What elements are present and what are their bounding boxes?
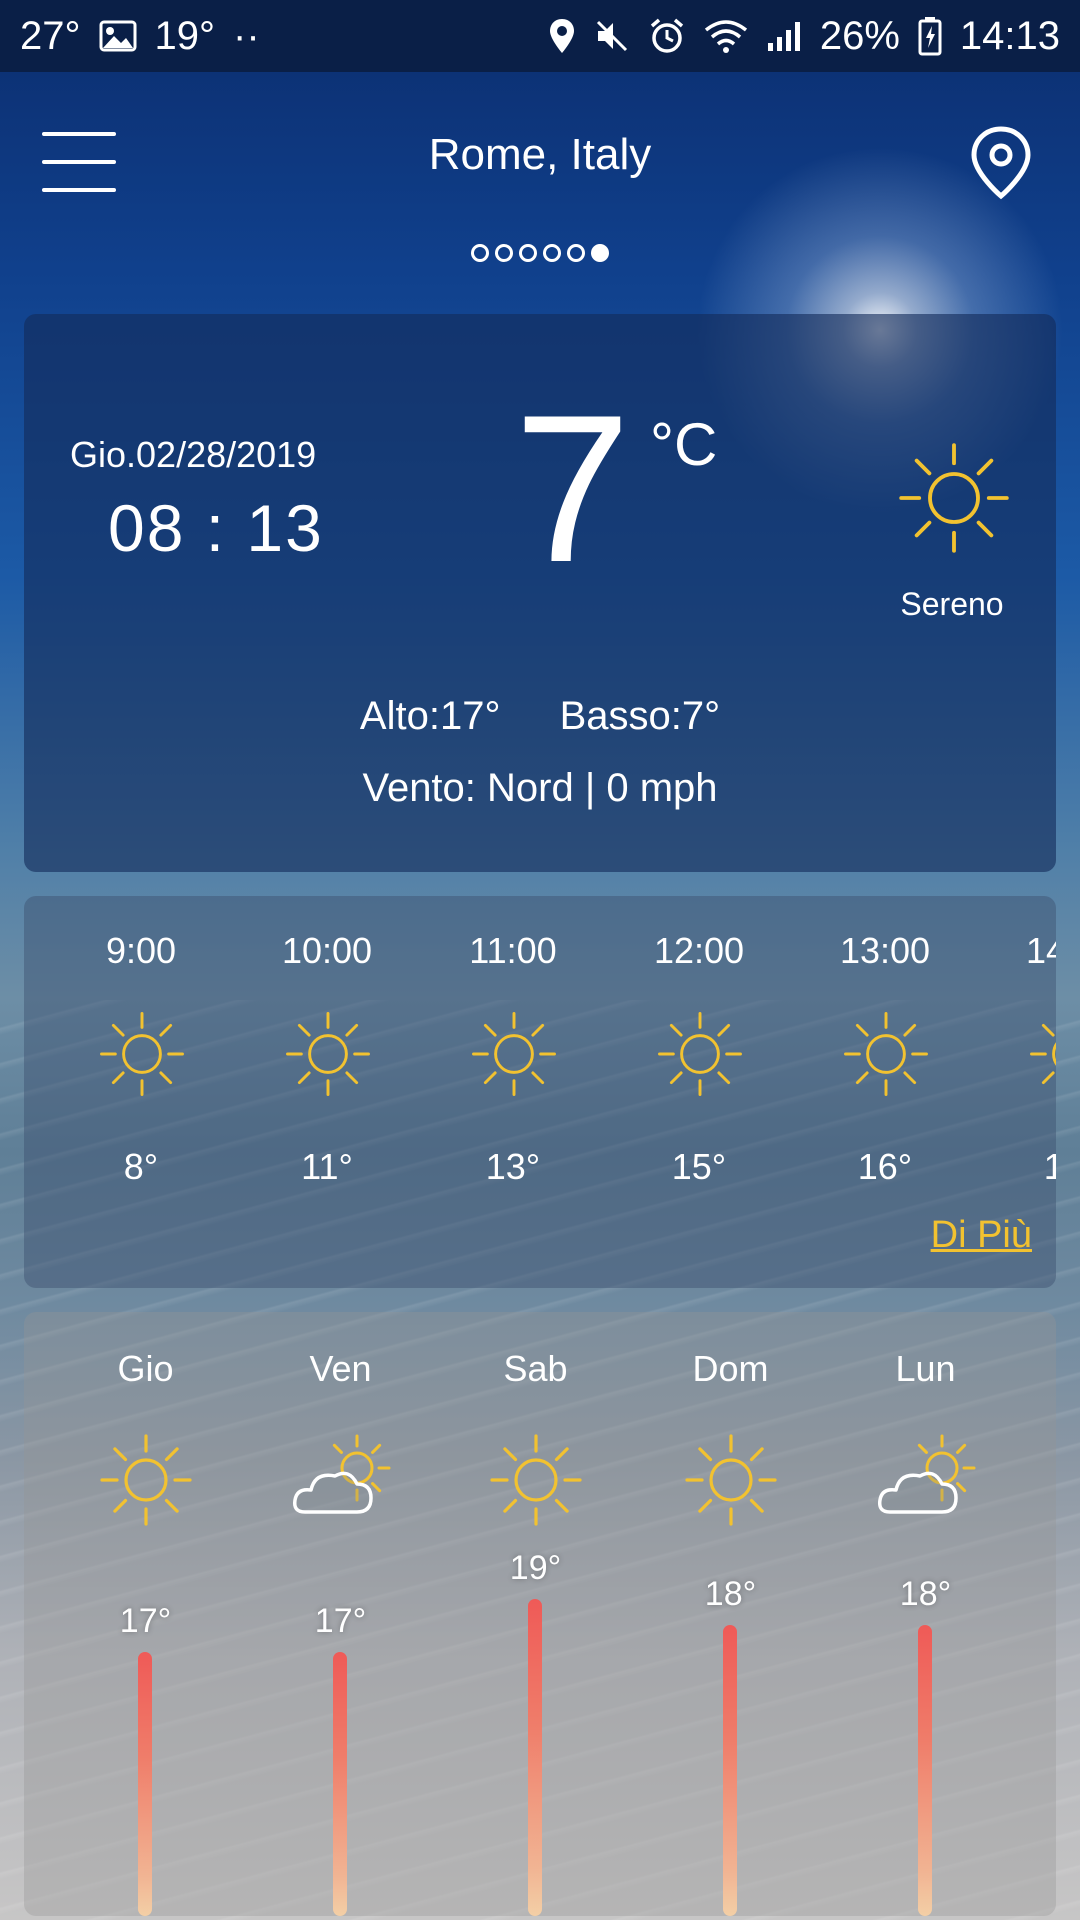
temperature-bar bbox=[918, 1625, 932, 1916]
sun-icon bbox=[96, 1430, 196, 1530]
more-link[interactable]: Di Più bbox=[931, 1214, 1032, 1257]
battery-icon bbox=[918, 16, 942, 56]
day-name: Gio bbox=[117, 1348, 174, 1389]
status-bar-right: 26% 14:13 bbox=[528, 14, 1080, 59]
day-name: Ven bbox=[309, 1348, 372, 1389]
day-high-temp: 17° bbox=[314, 1602, 367, 1640]
location-icon[interactable] bbox=[970, 126, 1032, 200]
sun-icon bbox=[894, 438, 1014, 558]
day-name: Dom bbox=[692, 1348, 769, 1389]
temperature-bar bbox=[723, 1625, 737, 1916]
hour-temp: 13° bbox=[485, 1146, 541, 1187]
app-header: Rome, Italy bbox=[0, 100, 1080, 220]
hour-time: 9:00 bbox=[105, 930, 177, 971]
hour-temp: 17° bbox=[1043, 1146, 1056, 1187]
current-weather-card: Gio.02/28/2019 08 : 13 7 °C Sereno Alto:… bbox=[24, 314, 1056, 872]
battery-percent: 26% bbox=[819, 13, 900, 58]
daily-item: Lun 18° bbox=[828, 1312, 1023, 1916]
daily-item: Gio 17° bbox=[48, 1312, 243, 1916]
sun-icon bbox=[486, 1430, 586, 1530]
hourly-item: 9:00 8° bbox=[48, 896, 234, 1288]
temperature-unit: °C bbox=[650, 411, 718, 478]
status-bar-left: 27° 19° ·· bbox=[0, 14, 280, 59]
high-temp: Alto:17° bbox=[359, 694, 501, 738]
sun-icon bbox=[654, 1008, 746, 1100]
hour-time: 12:00 bbox=[653, 930, 745, 971]
location-title: Rome, Italy bbox=[428, 130, 652, 179]
status-more-dots: ·· bbox=[233, 13, 260, 58]
mute-icon bbox=[594, 18, 630, 54]
hourly-forecast-card[interactable]: 14:00 17°13:00 16°12:00 15°11:00 13°10:0… bbox=[24, 896, 1056, 1288]
partly-cloudy-icon bbox=[876, 1430, 976, 1530]
sun-icon bbox=[1026, 1008, 1056, 1100]
page-dot[interactable] bbox=[519, 244, 537, 262]
hour-time: 11:00 bbox=[469, 930, 557, 971]
hour-temp: 15° bbox=[671, 1146, 727, 1187]
page-dot[interactable] bbox=[543, 244, 561, 262]
wifi-icon bbox=[704, 18, 748, 54]
page-dot[interactable] bbox=[495, 244, 513, 262]
day-high-temp: 19° bbox=[509, 1548, 562, 1587]
status-temp-1: 27° bbox=[20, 13, 81, 58]
page-indicator[interactable] bbox=[0, 244, 1080, 262]
high-low: Alto:17° Basso:7° bbox=[24, 694, 1056, 739]
daily-item: Dom 18° bbox=[633, 1312, 828, 1916]
clock: 14:13 bbox=[959, 13, 1060, 58]
hour-time: 10:00 bbox=[281, 930, 373, 971]
partly-cloudy-icon bbox=[291, 1430, 391, 1530]
day-name: Lun bbox=[895, 1348, 956, 1389]
current-temperature: 7 bbox=[514, 371, 631, 606]
day-high-temp: 17° bbox=[119, 1602, 172, 1640]
page-dot[interactable] bbox=[471, 244, 489, 262]
sun-icon bbox=[840, 1008, 932, 1100]
wind-info: Vento: Nord | 0 mph bbox=[362, 766, 718, 810]
hour-time: 13:00 bbox=[839, 930, 931, 971]
status-temp-2: 19° bbox=[154, 13, 216, 58]
temperature-bar bbox=[138, 1652, 152, 1916]
day-high-temp: 18° bbox=[704, 1575, 757, 1614]
status-bar: 27° 19° ·· 26% 14:13 bbox=[0, 0, 1080, 72]
alarm-icon bbox=[648, 17, 686, 55]
hourly-item: 12:00 15° bbox=[606, 896, 792, 1288]
hourly-item: 11:00 13° bbox=[420, 896, 606, 1288]
sun-icon bbox=[681, 1430, 781, 1530]
page-dot[interactable] bbox=[567, 244, 585, 262]
temperature-bar bbox=[528, 1598, 542, 1916]
sun-icon bbox=[468, 1008, 560, 1100]
hourly-item: 10:00 11° bbox=[234, 896, 420, 1288]
image-icon bbox=[99, 20, 137, 52]
daily-forecast-card[interactable]: Gio 17° Ven 17° Sab 19° Dom 18° Lun 18° bbox=[24, 1312, 1056, 1916]
day-high-temp: 18° bbox=[899, 1575, 952, 1614]
signal-icon bbox=[766, 19, 802, 53]
sun-icon bbox=[96, 1008, 188, 1100]
location-pin-icon bbox=[548, 17, 576, 55]
sun-icon bbox=[282, 1008, 374, 1100]
page-dot[interactable] bbox=[591, 244, 609, 262]
day-name: Sab bbox=[503, 1348, 568, 1389]
hour-temp: 8° bbox=[123, 1146, 159, 1187]
temperature-bar bbox=[333, 1652, 347, 1916]
condition-text: Sereno bbox=[900, 586, 1004, 622]
daily-item: Ven 17° bbox=[243, 1312, 438, 1916]
hour-temp: 16° bbox=[857, 1146, 913, 1187]
current-time: 08 : 13 bbox=[108, 491, 324, 565]
current-date: Gio.02/28/2019 bbox=[70, 434, 317, 475]
menu-line bbox=[42, 188, 116, 192]
hour-temp: 11° bbox=[301, 1146, 353, 1187]
low-temp: Basso:7° bbox=[559, 694, 721, 738]
daily-item: Sab 19° bbox=[438, 1312, 633, 1916]
hour-time: 14:00 bbox=[1025, 930, 1056, 971]
